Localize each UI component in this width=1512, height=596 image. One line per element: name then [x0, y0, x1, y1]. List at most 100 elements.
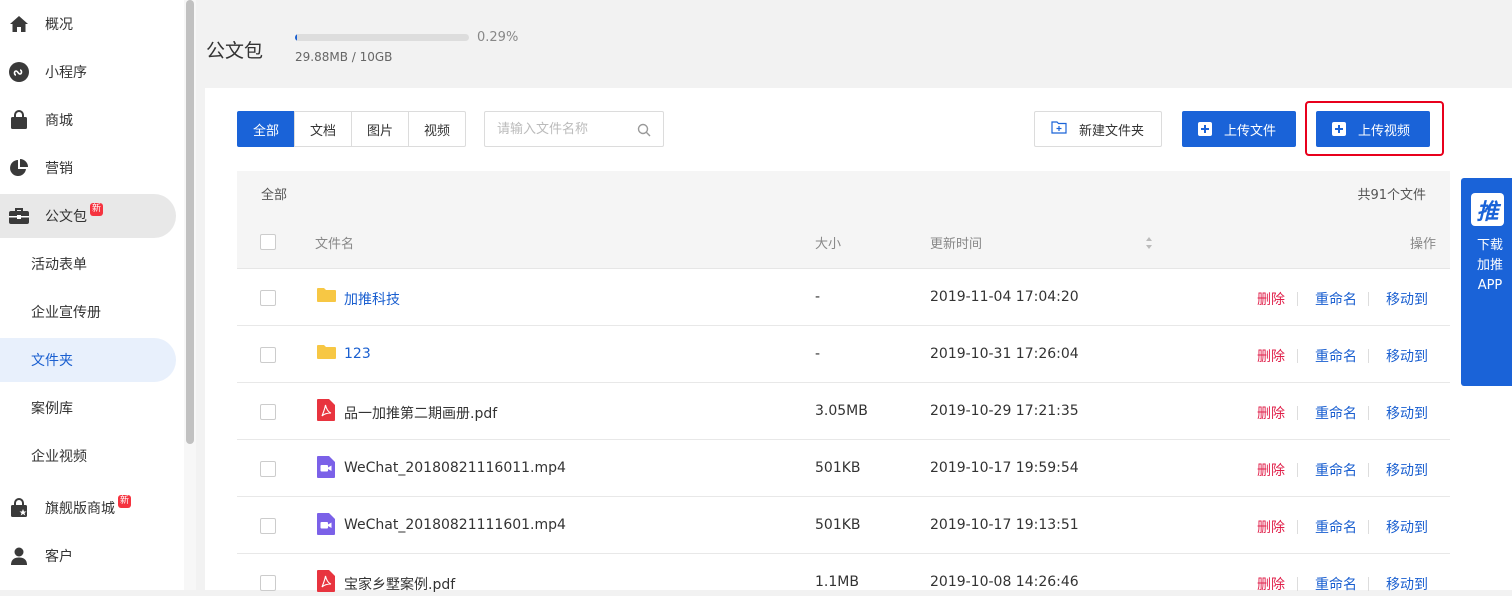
delete-link[interactable]: 删除: [1257, 403, 1285, 423]
sidebar-item-label: 小程序: [45, 65, 87, 81]
rename-link[interactable]: 重命名: [1315, 346, 1357, 366]
action-divider: [1297, 292, 1298, 306]
sort-icon[interactable]: [1145, 235, 1153, 254]
column-header-size: 大小: [815, 237, 842, 252]
plus-icon: [1198, 122, 1212, 136]
move-link[interactable]: 移动到: [1386, 460, 1428, 480]
sidebar-subitem-activity-form[interactable]: 活动表单: [0, 242, 176, 286]
folder-icon: [317, 344, 336, 364]
storage-quota-text: 29.88MB / 10GB: [295, 50, 393, 64]
rename-link[interactable]: 重命名: [1315, 517, 1357, 537]
action-divider: [1368, 520, 1369, 534]
pdf-file-icon: [317, 399, 335, 425]
row-checkbox[interactable]: [260, 518, 276, 534]
delete-link[interactable]: 删除: [1257, 460, 1285, 480]
file-name[interactable]: 加推科技: [344, 289, 400, 309]
user-icon: [8, 545, 30, 567]
move-link[interactable]: 移动到: [1386, 517, 1428, 537]
sidebar-subitem-folder[interactable]: 文件夹: [0, 338, 176, 382]
sidebar-item-label: 公文包: [45, 209, 87, 225]
highlight-box: [1305, 101, 1444, 156]
file-time: 2019-10-29 17:21:35: [930, 403, 1079, 419]
file-time: 2019-10-08 14:26:46: [930, 574, 1079, 590]
file-size: 3.05MB: [815, 403, 868, 419]
video-file-icon: [317, 456, 335, 482]
sidebar-scrollbar[interactable]: [186, 0, 194, 444]
sidebar-item-label: 营销: [45, 161, 73, 177]
file-size: -: [815, 289, 821, 305]
select-all-checkbox[interactable]: [260, 234, 276, 250]
file-name[interactable]: 123: [344, 346, 371, 362]
rename-link[interactable]: 重命名: [1315, 460, 1357, 480]
rename-link[interactable]: 重命名: [1315, 403, 1357, 423]
delete-link[interactable]: 删除: [1257, 574, 1285, 594]
storage-quota-bar: [295, 34, 469, 41]
file-type-tabs: 全部 文档 图片 视频: [237, 111, 467, 147]
video-file-icon: [317, 513, 335, 539]
table-row[interactable]: 123 - 2019-10-31 17:26:04 删除 重命名 移动到: [237, 326, 1450, 383]
sidebar-item-label: 旗舰版商城: [45, 501, 115, 517]
file-name[interactable]: 品一加推第二期画册.pdf: [344, 403, 497, 423]
flagship-store-icon: [8, 497, 30, 519]
sidebar-subitem-company-video[interactable]: 企业视频: [0, 434, 176, 478]
move-link[interactable]: 移动到: [1386, 403, 1428, 423]
upload-file-button[interactable]: 上传文件: [1182, 111, 1296, 147]
file-name[interactable]: WeChat_20180821111601.mp4: [344, 517, 566, 533]
row-checkbox[interactable]: [260, 290, 276, 306]
row-checkbox[interactable]: [260, 461, 276, 477]
table-row[interactable]: WeChat_20180821111601.mp4 501KB 2019-10-…: [237, 497, 1450, 554]
sidebar-item-label: 概况: [45, 17, 73, 33]
sidebar-item-briefcase[interactable]: 公文包 新: [0, 194, 176, 238]
table-row[interactable]: 宝家乡墅案例.pdf 1.1MB 2019-10-08 14:26:46 删除 …: [237, 554, 1450, 593]
action-divider: [1297, 349, 1298, 363]
delete-link[interactable]: 删除: [1257, 289, 1285, 309]
table-row[interactable]: 加推科技 - 2019-11-04 17:04:20 删除 重命名 移动到: [237, 269, 1450, 326]
action-divider: [1297, 520, 1298, 534]
table-row[interactable]: 品一加推第二期画册.pdf 3.05MB 2019-10-29 17:21:35…: [237, 383, 1450, 440]
move-link[interactable]: 移动到: [1386, 574, 1428, 594]
file-name[interactable]: WeChat_20180821116011.mp4: [344, 460, 566, 476]
row-checkbox[interactable]: [260, 575, 276, 591]
file-time: 2019-10-17 19:13:51: [930, 517, 1079, 533]
mini-program-icon: [8, 61, 30, 83]
new-badge: 新: [90, 203, 104, 216]
briefcase-icon: [8, 205, 30, 227]
move-link[interactable]: 移动到: [1386, 346, 1428, 366]
folder-icon: [317, 287, 336, 307]
search-input[interactable]: [485, 112, 625, 146]
file-time: 2019-10-17 19:59:54: [930, 460, 1079, 476]
download-app-float[interactable]: 推 下载加推APP: [1461, 178, 1512, 386]
action-divider: [1297, 463, 1298, 477]
column-header-actions: 操作: [1410, 237, 1437, 252]
tab-videos[interactable]: 视频: [408, 111, 467, 147]
rename-link[interactable]: 重命名: [1315, 289, 1357, 309]
new-folder-icon: [1051, 120, 1067, 138]
folder-summary-bar: 全部 共91个文件: [237, 171, 1450, 214]
row-checkbox[interactable]: [260, 404, 276, 420]
search-icon[interactable]: [637, 122, 651, 141]
row-checkbox[interactable]: [260, 347, 276, 363]
pdf-file-icon: [317, 570, 335, 596]
tab-images[interactable]: 图片: [351, 111, 410, 147]
sidebar-subitem-case-library[interactable]: 案例库: [0, 386, 176, 430]
action-divider: [1368, 292, 1369, 306]
file-size: 501KB: [815, 517, 861, 533]
file-time: 2019-11-04 17:04:20: [930, 289, 1079, 305]
tab-all[interactable]: 全部: [237, 111, 296, 147]
move-link[interactable]: 移动到: [1386, 289, 1428, 309]
new-folder-label: 新建文件夹: [1079, 123, 1145, 139]
action-divider: [1297, 577, 1298, 591]
tab-documents[interactable]: 文档: [294, 111, 353, 147]
page-title: 公文包: [206, 40, 264, 62]
delete-link[interactable]: 删除: [1257, 346, 1285, 366]
table-row[interactable]: WeChat_20180821116011.mp4 501KB 2019-10-…: [237, 440, 1450, 497]
storage-quota-percent: 0.29%: [477, 30, 519, 45]
download-app-text: 下载加推APP: [1477, 238, 1504, 293]
sidebar-subitem-brochure[interactable]: 企业宣传册: [0, 290, 176, 334]
delete-link[interactable]: 删除: [1257, 517, 1285, 537]
rename-link[interactable]: 重命名: [1315, 574, 1357, 594]
column-header-time: 更新时间: [930, 237, 983, 252]
new-folder-button[interactable]: 新建文件夹: [1034, 111, 1162, 147]
file-name[interactable]: 宝家乡墅案例.pdf: [344, 574, 455, 594]
sidebar-item-label: 商城: [45, 113, 73, 129]
